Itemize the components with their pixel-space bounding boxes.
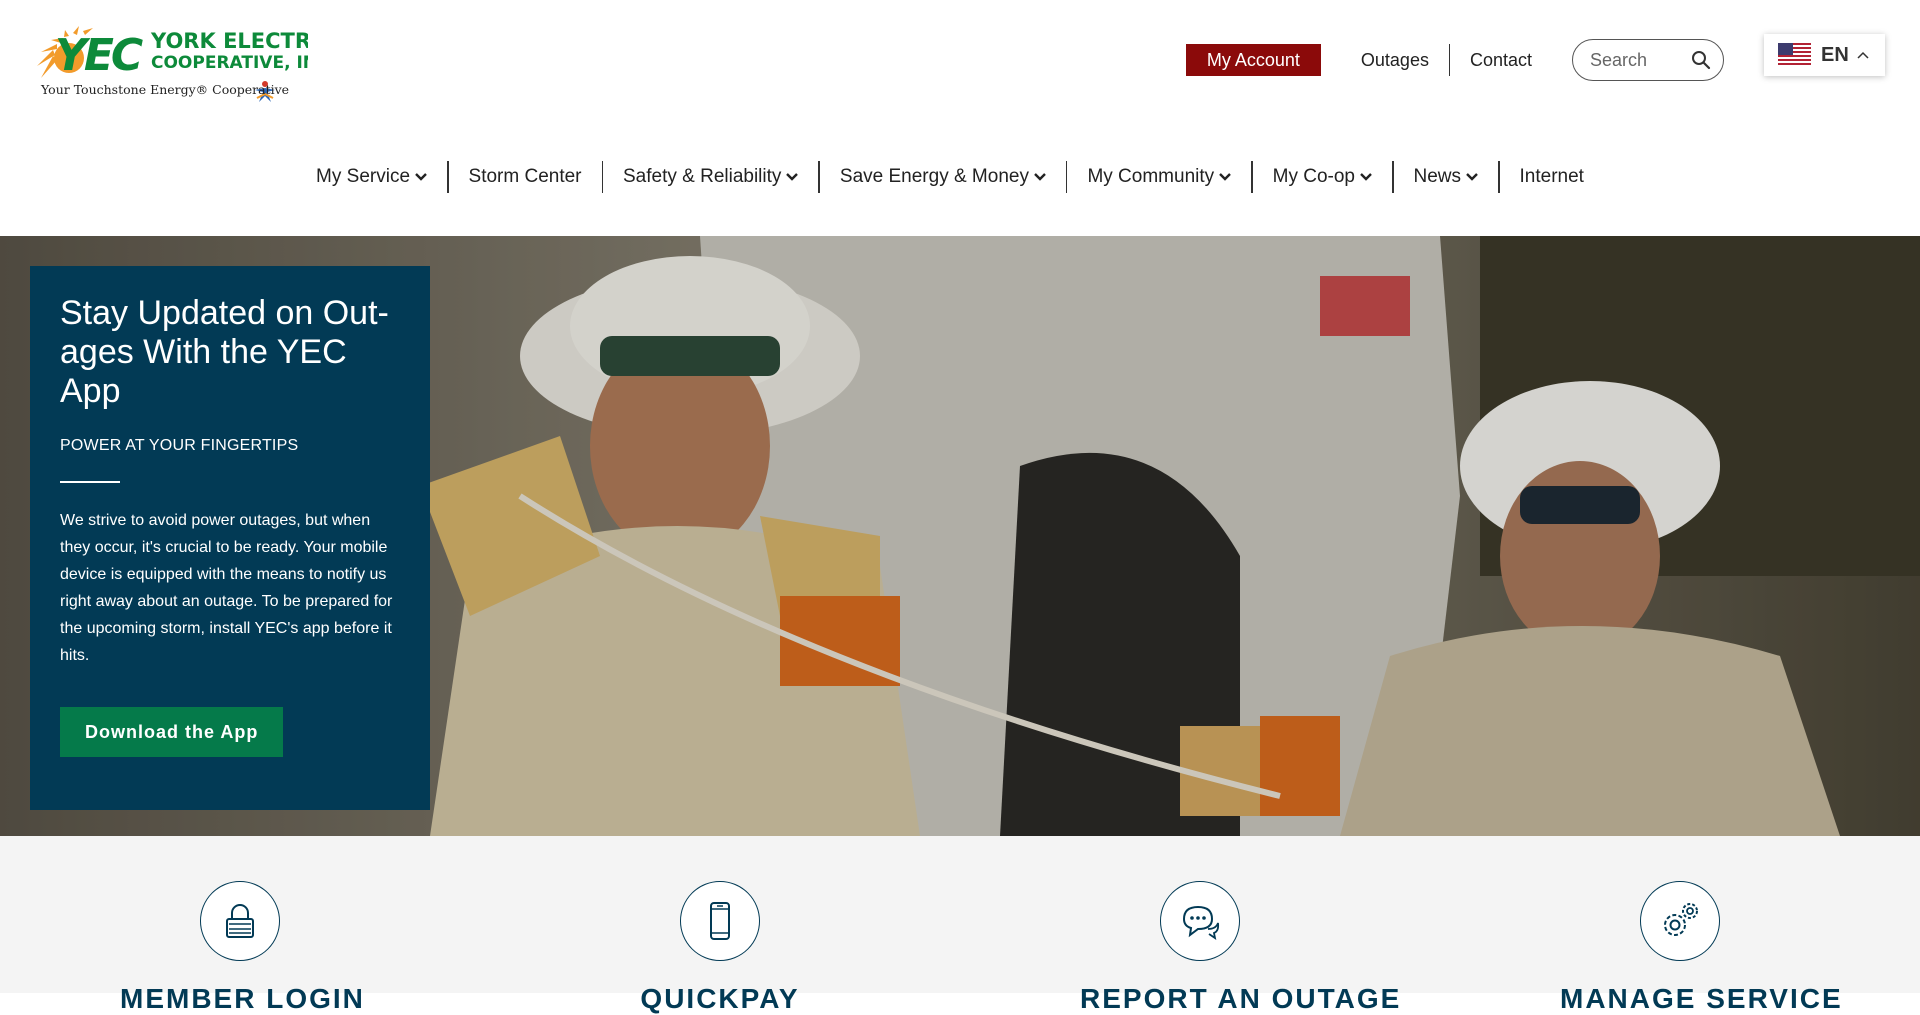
chevron-down-icon: [786, 173, 799, 181]
quick-links: MEMBER LOGIN QUICKPAY REPORT AN OUTAGE M…: [0, 836, 1920, 1014]
search-box: [1572, 39, 1724, 81]
promo-card: Stay Updated on Out­ages With the YEC Ap…: [30, 266, 430, 810]
promo-title: Stay Updated on Out­ages With the YEC Ap…: [60, 294, 389, 410]
nav-save-energy-money[interactable]: Save Energy & Money: [820, 160, 1066, 194]
site-header: YEC YORK ELECTRIC COOPERATIVE, INC. Your…: [0, 0, 1920, 236]
quick-link-member-login[interactable]: MEMBER LOGIN: [120, 881, 365, 1015]
search-input[interactable]: [1590, 49, 1690, 71]
nav-label: My Co-op: [1272, 166, 1355, 187]
nav-label: My Service: [316, 166, 411, 187]
contact-link[interactable]: Contact: [1450, 44, 1552, 76]
language-selector[interactable]: EN: [1764, 34, 1885, 76]
chevron-down-icon: [1360, 173, 1372, 181]
nav-my-community[interactable]: My Community: [1067, 160, 1251, 194]
nav-my-service[interactable]: My Service: [316, 160, 447, 194]
nav-label: Safety & Reliability: [623, 166, 782, 187]
quick-link-label: QUICKPAY: [640, 983, 800, 1014]
quick-link-circle: [1640, 881, 1720, 961]
svg-text:YORK ELECTRIC: YORK ELECTRIC: [150, 29, 308, 53]
nav-label: Internet: [1519, 166, 1584, 187]
nav-safety-reliability[interactable]: Safety & Reliability: [603, 160, 818, 194]
search-icon[interactable]: [1691, 50, 1711, 70]
nav-label: My Community: [1087, 166, 1215, 187]
quick-link-circle: [680, 881, 760, 961]
main-nav: My Service Storm Center Safety & Reliabi…: [0, 160, 1920, 194]
us-flag-icon: [1778, 43, 1811, 67]
nav-label: Storm Center: [468, 166, 582, 187]
mobile-phone-icon: [710, 902, 730, 940]
chevron-down-icon: [415, 173, 427, 181]
utility-nav: My Account Outages Contact: [1185, 39, 1724, 81]
logo-tagline: Your Touchstone Energy® Cooperative: [41, 82, 290, 97]
quick-link-label: MEMBER LOGIN: [120, 983, 365, 1014]
promo-body: We strive to avoid power outages, but wh…: [60, 512, 393, 664]
site-logo[interactable]: YEC YORK ELECTRIC COOPERATIVE, INC. Your…: [33, 16, 308, 106]
nav-storm-center[interactable]: Storm Center: [449, 160, 602, 194]
quick-link-quickpay[interactable]: QUICKPAY: [600, 881, 840, 1015]
quick-link-manage-service[interactable]: MANAGE SERVICE: [1560, 881, 1843, 1015]
quick-link-report-outage[interactable]: REPORT AN OUTAGE: [1080, 881, 1402, 1015]
chevron-down-icon: [1466, 173, 1478, 181]
download-app-button[interactable]: Download the App: [60, 707, 284, 757]
chat-bubbles-icon: [1182, 905, 1220, 940]
quick-link-label: MANAGE SERVICE: [1560, 983, 1843, 1014]
nav-label: Save Energy & Money: [839, 166, 1029, 187]
my-account-button[interactable]: My Account: [1185, 44, 1321, 76]
chevron-down-icon: [1034, 173, 1046, 181]
quick-link-label: REPORT AN OUTAGE: [1080, 983, 1402, 1014]
svg-text:COOPERATIVE, INC.: COOPERATIVE, INC.: [151, 53, 308, 73]
svg-text:YEC: YEC: [55, 30, 143, 81]
quick-link-circle: [1160, 881, 1240, 961]
nav-my-co-op[interactable]: My Co-op: [1253, 160, 1392, 194]
quick-link-circle: [200, 881, 280, 961]
gears-icon: [1664, 903, 1698, 936]
language-code: EN: [1821, 43, 1849, 66]
nav-label: News: [1413, 166, 1462, 187]
chevron-down-icon: [1219, 173, 1231, 181]
hero-banner: Stay Updated on Out­ages With the YEC Ap…: [0, 236, 1920, 836]
nav-news[interactable]: News: [1394, 160, 1499, 194]
lock-icon: [226, 904, 254, 938]
nav-internet[interactable]: Internet: [1500, 160, 1604, 194]
outages-link[interactable]: Outages: [1341, 44, 1449, 76]
divider: [60, 481, 120, 483]
promo-eyebrow: POWER AT YOUR FINGERTIPS: [60, 437, 299, 454]
chevron-up-icon: [1857, 51, 1869, 59]
